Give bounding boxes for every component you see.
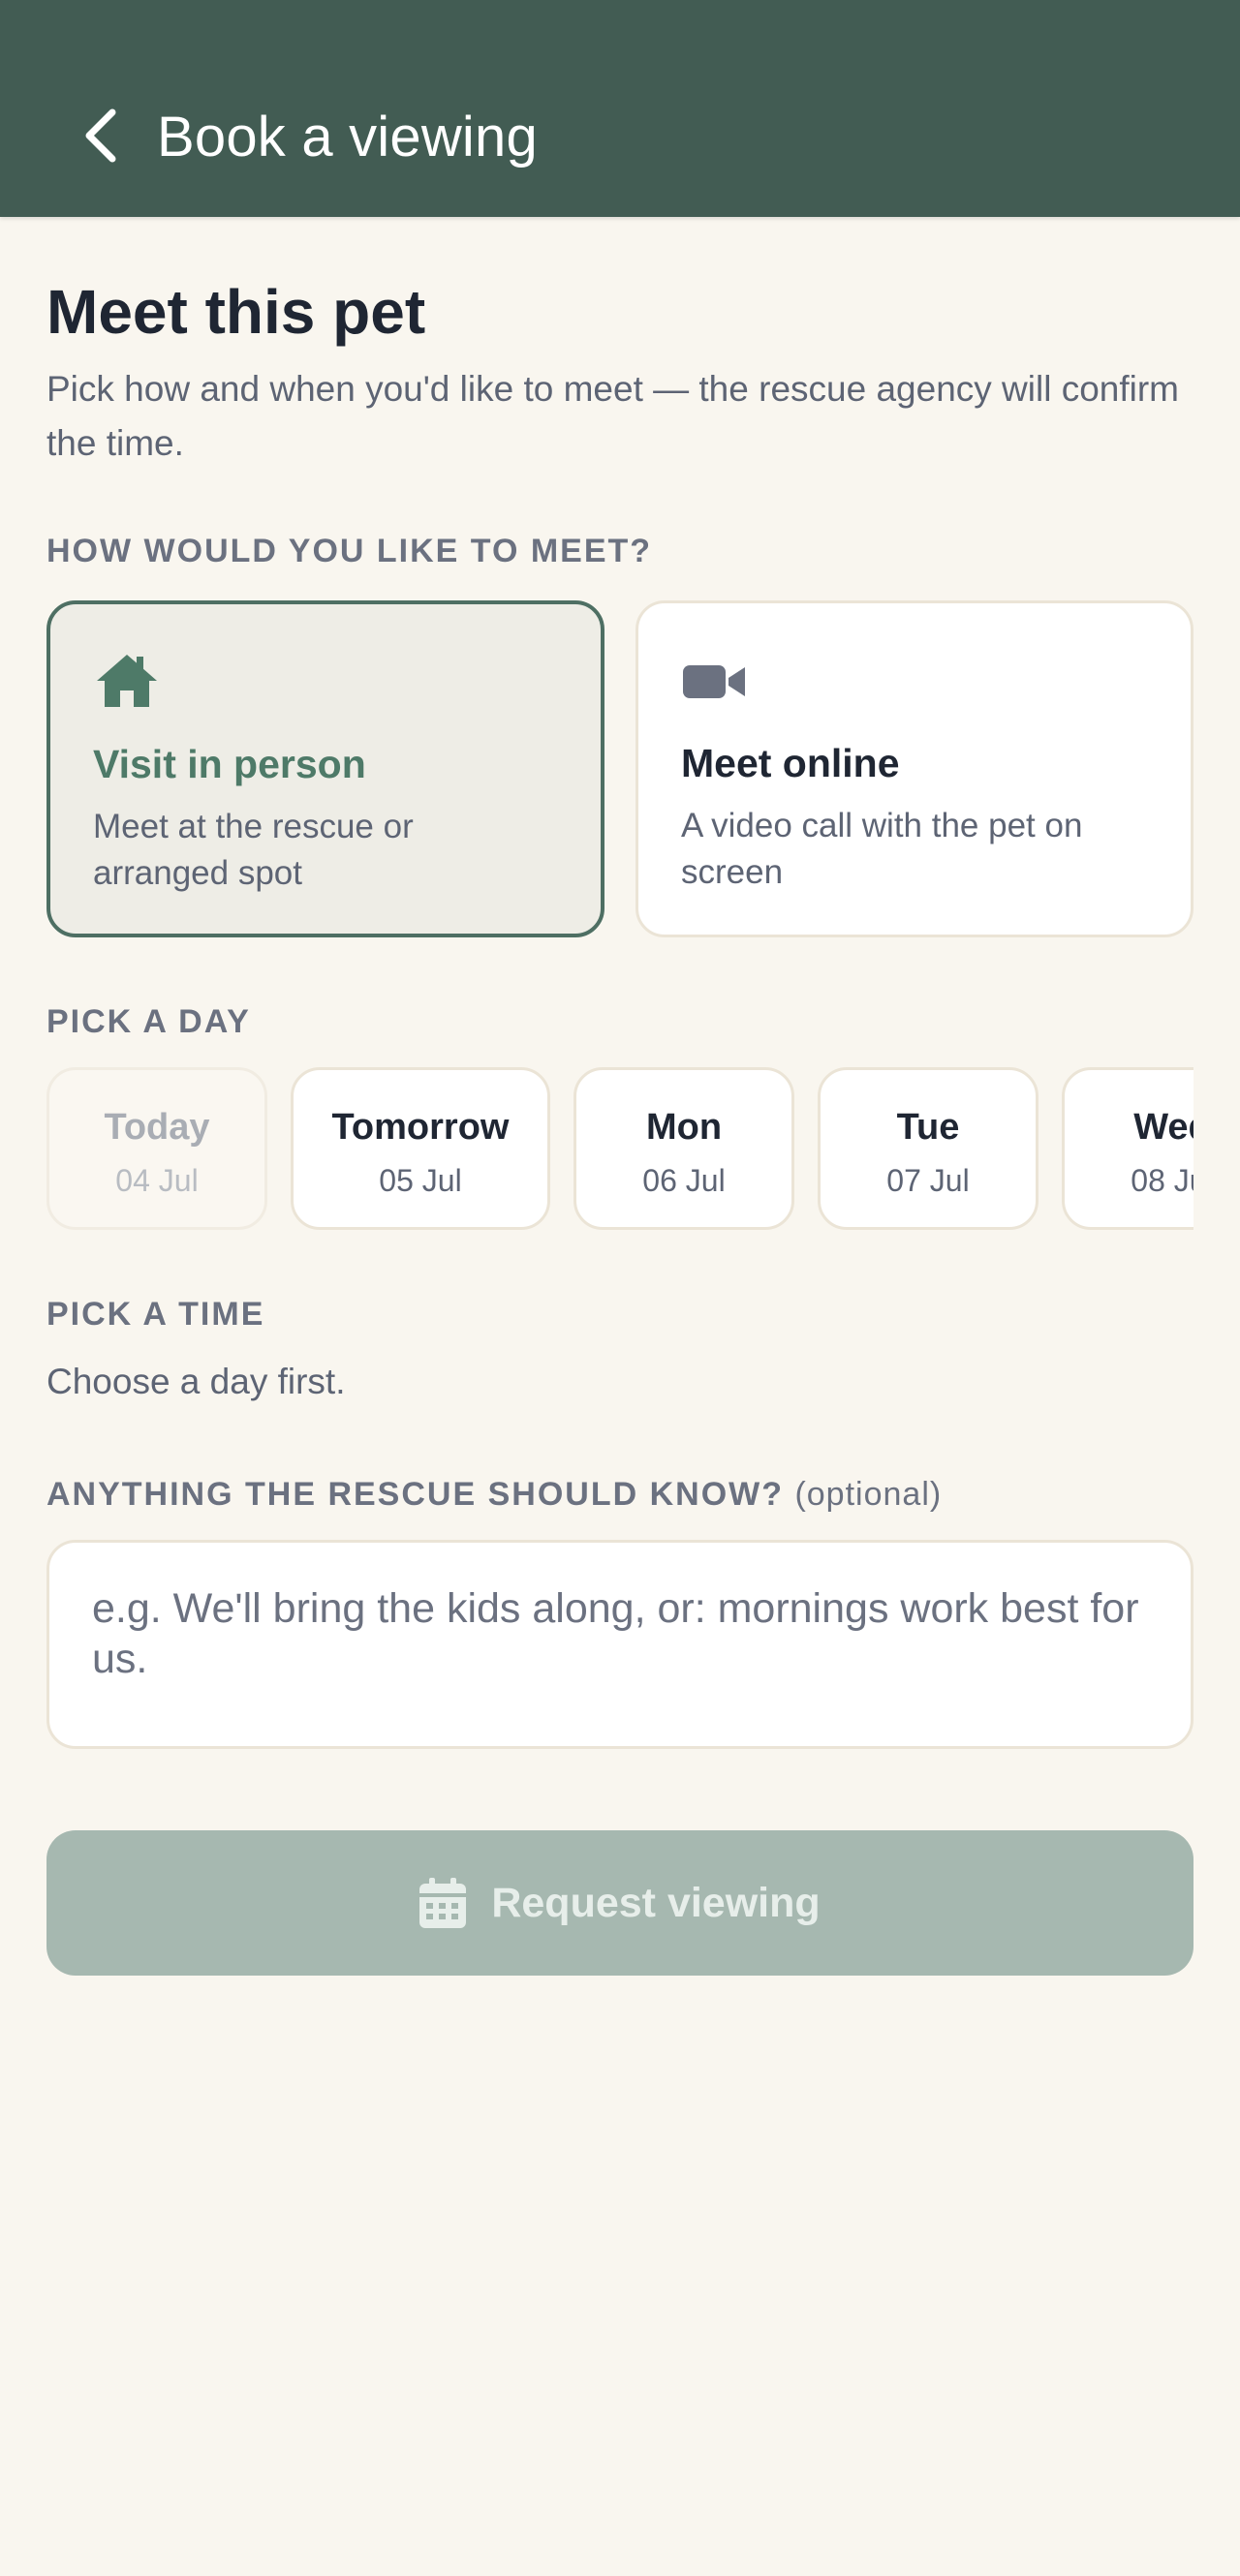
option-description: Meet at the rescue or arranged spot [93,808,414,892]
day-chip-wed[interactable]: Wed 08 Jul [1062,1067,1194,1230]
day-name: Mon [645,1107,723,1148]
day-name: Tue [896,1107,960,1148]
day-date: 04 Jul [115,1163,199,1198]
notes-label-text: Anything the rescue should know? [46,1476,784,1513]
request-viewing-button[interactable]: Request viewing [46,1830,1194,1976]
day-chip-tue[interactable]: Tue 07 Jul [818,1067,1038,1230]
page-subtitle: Pick how and when you'd like to meet — t… [46,369,1180,463]
optional-tag: (optional) [794,1476,943,1513]
app-bar-title: Book a viewing [157,106,538,169]
chevron-left-icon [85,108,116,163]
pick-day-label: Pick a day [46,1003,251,1040]
option-description: A video call with the pet on screen [681,807,1083,891]
notes-label: Anything the rescue should know? (option… [46,1476,942,1514]
meet-method-label: How would you like to meet? [46,533,653,569]
notes-textarea[interactable] [46,1540,1194,1749]
day-date: 06 Jul [642,1163,726,1198]
day-chip-tomorrow[interactable]: Tomorrow 05 Jul [291,1067,550,1230]
app-bar: Book a viewing [0,0,1240,217]
calendar-icon [419,1878,467,1928]
day-chip-today: Today 04 Jul [46,1067,267,1230]
day-date: 07 Jul [886,1163,970,1198]
back-button[interactable] [70,102,132,169]
option-title: Visit in person [93,742,366,786]
day-date: 05 Jul [379,1163,462,1198]
request-viewing-label: Request viewing [491,1879,821,1926]
day-name: Today [104,1107,210,1148]
house-icon [97,655,157,707]
option-title: Meet online [681,741,900,785]
day-name: Wed [1133,1107,1194,1148]
day-date: 08 Jul [1131,1163,1194,1198]
pick-time-label: Pick a time [46,1296,265,1333]
pick-time-helper: Choose a day first. [46,1362,346,1401]
day-picker: Today 04 Jul Tomorrow 05 Jul Mon 06 Jul … [46,1067,1194,1234]
day-name: Tomorrow [331,1107,510,1148]
visit-in-person-option[interactable]: Visit in person Meet at the rescue or ar… [46,600,604,937]
day-chip-mon[interactable]: Mon 06 Jul [574,1067,794,1230]
video-camera-icon [683,665,745,698]
page-title: Meet this pet [46,277,426,347]
meet-online-option[interactable]: Meet online A video call with the pet on… [636,600,1194,937]
